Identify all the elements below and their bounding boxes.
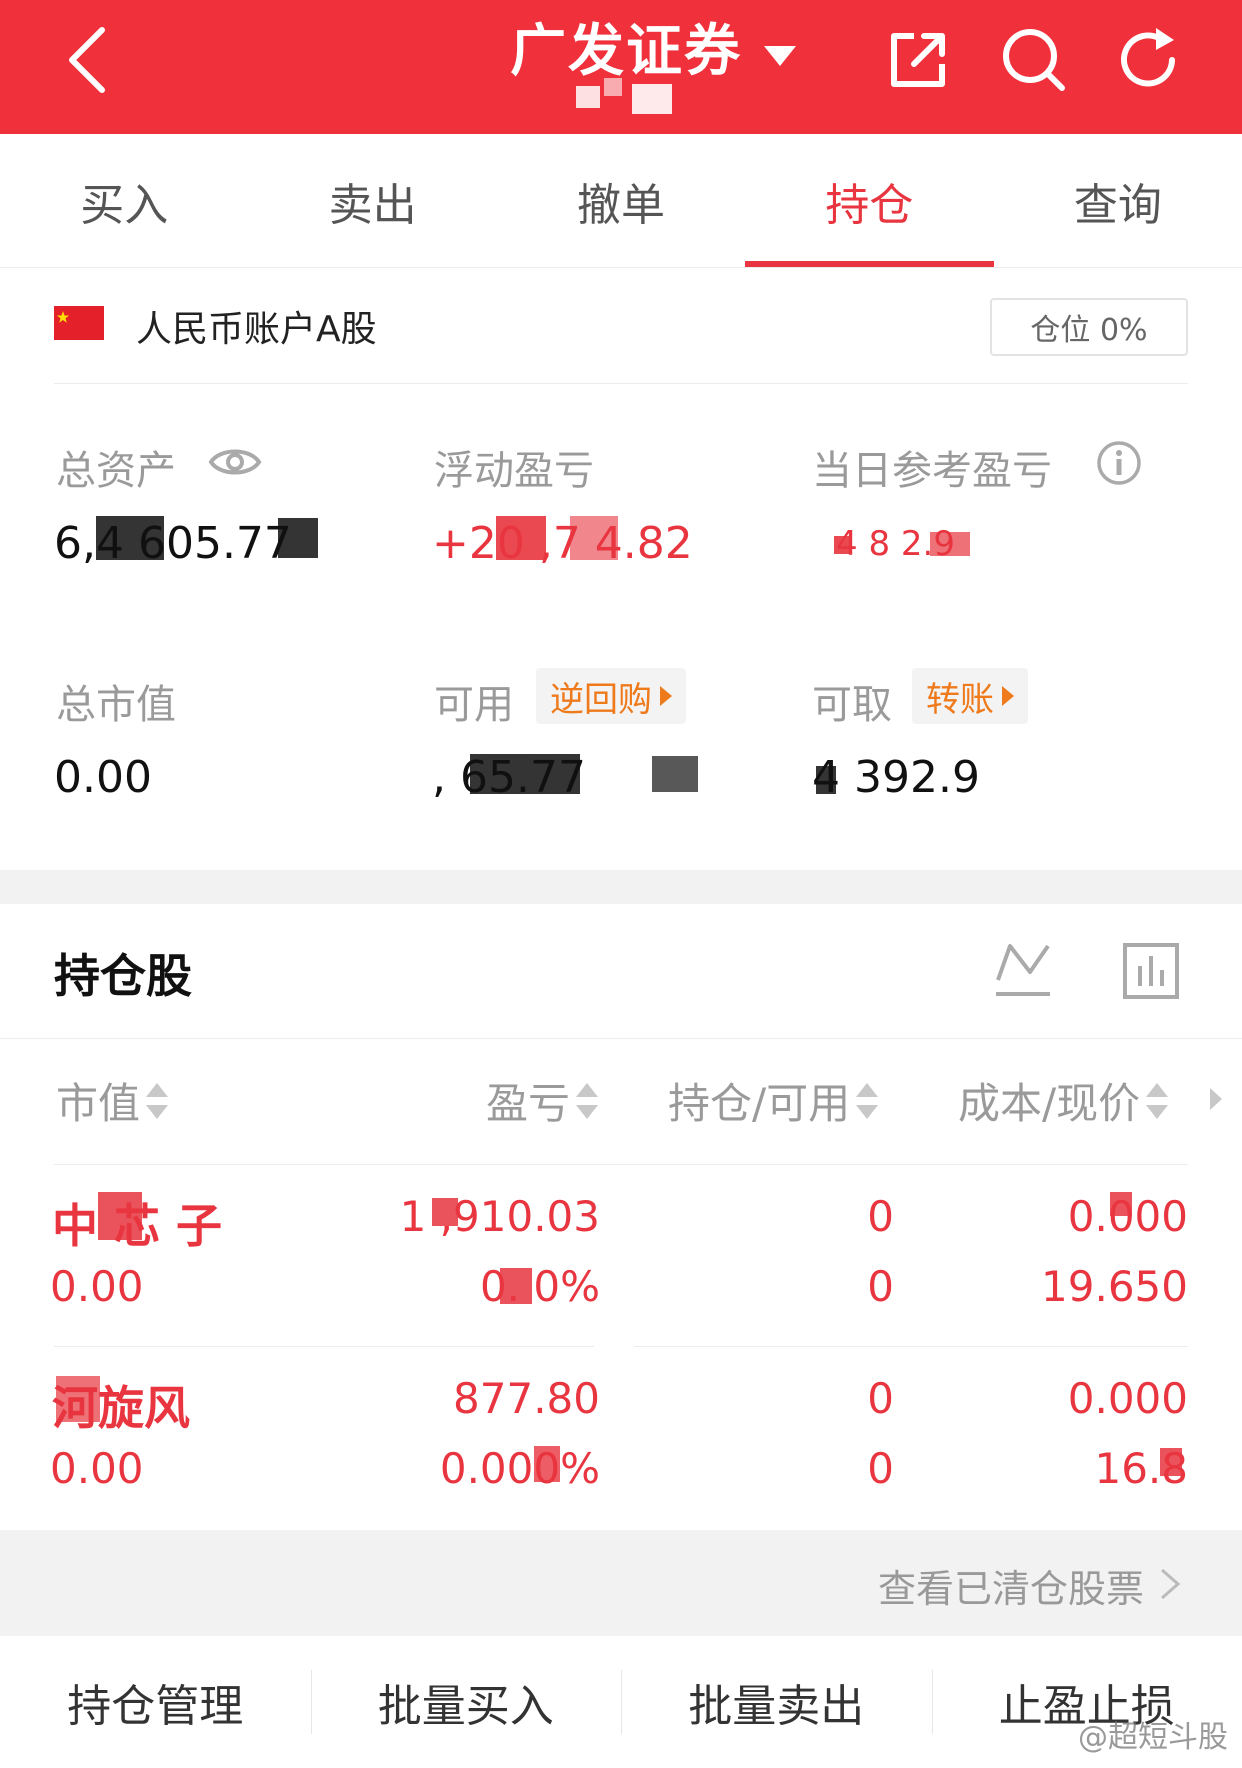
eye-icon[interactable] — [208, 444, 262, 480]
total-assets-label: 总资产 — [56, 448, 176, 494]
reverse-repo-link[interactable]: 逆回购 — [536, 668, 686, 724]
transfer-label: 转账 — [926, 679, 994, 720]
bottom-action-bar: 持仓管理 批量买入 批量卖出 止盈止损 — [0, 1636, 1242, 1768]
broker-selector[interactable]: 广发证券 — [440, 0, 820, 134]
tab-positions[interactable]: 持仓 — [745, 134, 995, 267]
share-icon[interactable] — [880, 22, 956, 98]
available-label: 可用 — [434, 682, 514, 728]
col-market-value-label: 市值 — [56, 1079, 141, 1128]
stock-pnl: 1 ,910.03 — [399, 1192, 600, 1241]
col-hold-available-label: 持仓/可用 — [668, 1079, 851, 1128]
col-market-value[interactable]: 市值 — [56, 1070, 169, 1131]
cleared-stocks-link[interactable]: 查看已清仓股票 — [0, 1530, 1242, 1636]
stock-price: 19.650 — [1041, 1262, 1188, 1311]
section-divider — [0, 870, 1242, 904]
top-header: 广发证券 — [0, 0, 1242, 134]
sort-icon — [1146, 1081, 1169, 1121]
withdrawable-label: 可取 — [812, 682, 892, 728]
china-flag-icon — [54, 306, 104, 340]
float-pnl-label: 浮动盈亏 — [434, 448, 594, 494]
batch-sell-button[interactable]: 批量卖出 — [621, 1636, 932, 1768]
holdings-title: 持仓股 — [54, 949, 192, 1003]
tab-buy[interactable]: 买入 — [0, 134, 248, 267]
float-pnl-value: +20 ,7 4.82 — [432, 518, 693, 569]
sort-icon — [146, 1081, 169, 1121]
stock-pnl: 877.80 — [453, 1374, 600, 1423]
trade-tabs: 买入 卖出 撤单 持仓 查询 — [0, 134, 1242, 268]
position-manage-button[interactable]: 持仓管理 — [0, 1636, 311, 1768]
sort-icon — [576, 1081, 599, 1121]
refresh-icon[interactable] — [1110, 22, 1186, 98]
market-value-label: 总市值 — [56, 682, 176, 728]
position-ratio-badge: 仓位 0% — [990, 298, 1188, 356]
stock-hold-qty: 0 — [867, 1374, 894, 1423]
watermark-text: @超短斗股 — [1078, 1720, 1228, 1755]
stock-cost: 0.000 — [1067, 1374, 1188, 1423]
batch-buy-button[interactable]: 批量买入 — [310, 1636, 622, 1768]
scroll-right-icon[interactable] — [1206, 1084, 1226, 1114]
stock-pnl-pct: 0. 0% — [479, 1262, 600, 1311]
stock-hold-qty: 0 — [867, 1192, 894, 1241]
stock-pnl-pct: 0.000% — [439, 1444, 600, 1493]
stock-market-value: 0.00 — [50, 1444, 144, 1493]
chevron-right-icon — [1161, 1568, 1181, 1600]
account-id-redacted — [576, 78, 676, 118]
back-arrow-icon[interactable] — [58, 22, 122, 98]
search-icon[interactable] — [996, 22, 1072, 98]
stock-avail-qty: 0 — [867, 1262, 894, 1311]
sort-icon — [856, 1081, 879, 1121]
tab-query[interactable]: 查询 — [994, 134, 1242, 267]
col-cost-price[interactable]: 成本/现价 — [958, 1070, 1169, 1131]
chevron-down-icon — [764, 46, 796, 66]
tab-sell[interactable]: 卖出 — [248, 134, 496, 267]
today-pnl-label: 当日参考盈亏 — [812, 448, 1052, 494]
stock-market-value: 0.00 — [50, 1262, 144, 1311]
broker-name: 广发证券 — [510, 19, 742, 84]
caret-right-icon — [1002, 686, 1014, 706]
col-cost-price-label: 成本/现价 — [958, 1079, 1141, 1128]
account-name: 人民币账户A股 — [136, 309, 377, 350]
market-value-value: 0.00 — [54, 752, 152, 803]
withdrawable-value: 4 392.9 — [812, 752, 980, 803]
transfer-link[interactable]: 转账 — [912, 668, 1028, 724]
reverse-repo-label: 逆回购 — [550, 679, 652, 720]
info-icon[interactable] — [1096, 440, 1142, 486]
col-pnl-label: 盈亏 — [486, 1079, 571, 1128]
col-pnl[interactable]: 盈亏 — [486, 1070, 599, 1131]
bar-chart-icon[interactable] — [1122, 942, 1180, 1000]
col-hold-available[interactable]: 持仓/可用 — [668, 1070, 879, 1131]
line-chart-icon[interactable] — [994, 940, 1052, 998]
account-row: 人民币账户A股 仓位 0% — [54, 268, 1188, 384]
caret-right-icon — [660, 686, 672, 706]
total-assets-value: 6,4 605.77 — [54, 518, 292, 569]
stock-avail-qty: 0 — [867, 1444, 894, 1493]
tab-cancel-order[interactable]: 撤单 — [497, 134, 745, 267]
cleared-stocks-label: 查看已清仓股票 — [877, 1567, 1144, 1611]
